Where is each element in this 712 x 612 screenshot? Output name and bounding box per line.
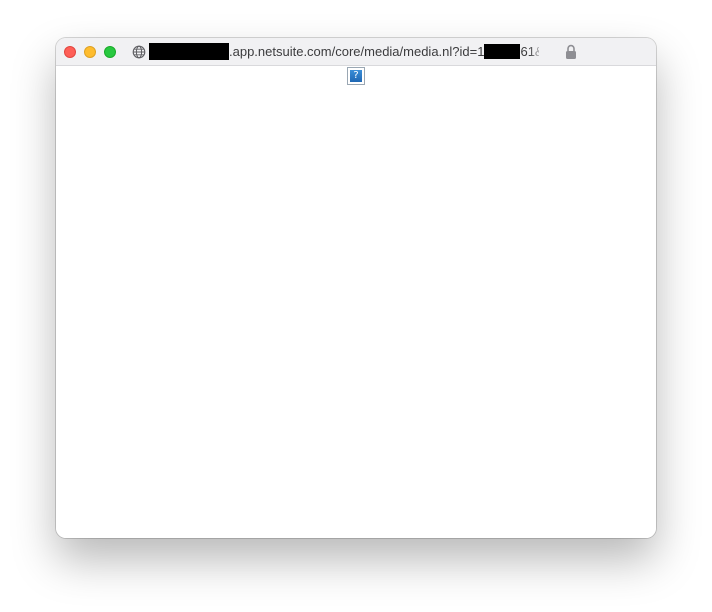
globe-icon [132,45,146,59]
lock-icon[interactable] [565,44,577,60]
broken-image-icon: ? [347,67,365,85]
redacted-id [484,43,521,59]
minimize-button[interactable] [84,46,96,58]
redacted-hostname [149,42,229,60]
zoom-button[interactable] [104,46,116,58]
url-tail: 61& [520,44,539,59]
desktop-background: .app.netsuite.com/core/media/media.nl?id… [0,0,712,612]
url-path: .app.netsuite.com/core/media/media.nl?id… [229,44,485,59]
title-bar[interactable]: .app.netsuite.com/core/media/media.nl?id… [56,38,656,66]
page-content: ? [56,66,656,538]
close-button[interactable] [64,46,76,58]
browser-window: .app.netsuite.com/core/media/media.nl?id… [56,38,656,538]
broken-image-glyph: ? [350,70,362,82]
address-bar-url[interactable]: .app.netsuite.com/core/media/media.nl?id… [149,38,539,66]
